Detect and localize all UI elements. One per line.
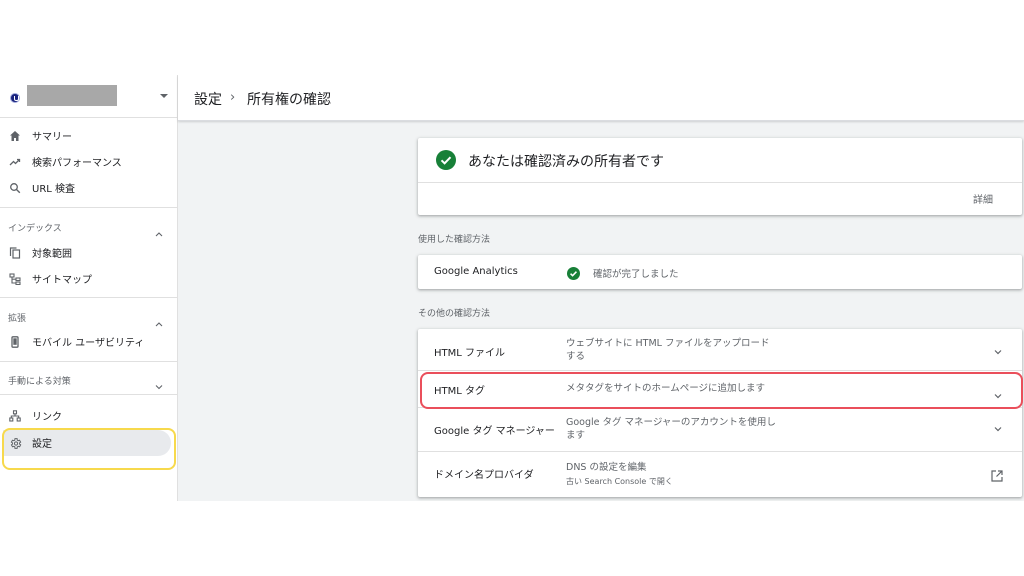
- sidebar-item-mobile-usability[interactable]: モバイル ユーザビリティ: [0, 329, 177, 355]
- sidebar: サマリー 検索パフォーマンス URL 検査 インデックス 対象範囲 サイトマップ…: [0, 75, 178, 501]
- property-selector[interactable]: [0, 75, 178, 118]
- section-label: 手動による対策: [8, 377, 71, 387]
- breadcrumb-settings[interactable]: 設定: [194, 89, 222, 109]
- method-name: HTML ファイル: [434, 348, 506, 359]
- method-name: Google タグ マネージャー: [434, 426, 555, 437]
- card-divider: [418, 182, 1022, 183]
- sidebar-item-label: リンク: [32, 412, 62, 423]
- sidebar-item-label: サマリー: [32, 132, 72, 143]
- used-method-card: Google Analytics 確認が完了しました: [418, 255, 1022, 289]
- sidebar-item-url-inspection[interactable]: URL 検査: [0, 175, 177, 201]
- section-header-enhancements[interactable]: 拡張: [0, 305, 177, 329]
- method-row-tag-manager[interactable]: Google タグ マネージャー Google タグ マネージャーのアカウントを…: [418, 408, 1022, 451]
- highlight-annotation-red: [420, 372, 1023, 409]
- sidebar-item-label: 検索パフォーマンス: [32, 158, 122, 169]
- links-icon: [8, 409, 22, 423]
- search-console-app: サマリー 検索パフォーマンス URL 検査 インデックス 対象範囲 サイトマップ…: [0, 75, 1024, 501]
- section-label: インデックス: [8, 224, 62, 234]
- verified-title: あなたは確認済みの所有者です: [468, 154, 664, 170]
- search-icon: [8, 181, 22, 195]
- method-row-domain-provider[interactable]: ドメイン名プロバイダ DNS の設定を編集 古い Search Console …: [418, 452, 1022, 496]
- sidebar-item-sitemaps[interactable]: サイトマップ: [0, 266, 177, 292]
- chevron-up-icon: [154, 313, 164, 327]
- sidebar-item-links[interactable]: リンク: [0, 403, 177, 429]
- chevron-up-icon: [154, 223, 164, 237]
- section-header-index[interactable]: インデックス: [0, 215, 177, 239]
- sitemap-icon: [8, 272, 22, 286]
- method-description: DNS の設定を編集: [566, 462, 647, 473]
- sidebar-divider: [0, 207, 177, 208]
- sidebar-item-label: URL 検査: [32, 184, 76, 195]
- sidebar-item-coverage[interactable]: 対象範囲: [0, 240, 177, 266]
- method-description: Google タグ マネージャーのアカウントを使用します: [566, 417, 776, 441]
- home-icon: [8, 129, 22, 143]
- sidebar-item-performance[interactable]: 検索パフォーマンス: [0, 149, 177, 175]
- chevron-down-icon[interactable]: [993, 341, 1003, 355]
- sidebar-item-label: サイトマップ: [32, 275, 92, 286]
- method-description: ウェブサイトに HTML ファイルをアップロードする: [566, 338, 770, 362]
- sidebar-item-summary[interactable]: サマリー: [0, 123, 177, 149]
- used-method-section-label: 使用した確認方法: [418, 235, 491, 245]
- section-header-manual-actions[interactable]: 手動による対策: [0, 368, 177, 392]
- property-favicon-icon: [10, 93, 20, 103]
- sidebar-divider: [0, 297, 177, 298]
- sidebar-item-label: モバイル ユーザビリティ: [32, 338, 145, 349]
- used-method-status: 確認が完了しました: [593, 269, 679, 280]
- caret-down-icon: [160, 94, 168, 98]
- property-name-redacted: [27, 85, 117, 106]
- check-circle-icon: [436, 150, 456, 170]
- page-header: 設定 › 所有権の確認: [178, 75, 1024, 121]
- trending-up-icon: [8, 155, 22, 169]
- phone-icon: [8, 335, 22, 349]
- chevron-down-icon[interactable]: [993, 418, 1003, 432]
- method-name: ドメイン名プロバイダ: [434, 470, 534, 481]
- other-methods-card: HTML ファイル ウェブサイトに HTML ファイルをアップロードする HTM…: [418, 329, 1022, 497]
- copy-icon: [8, 246, 22, 260]
- chevron-down-icon: [154, 376, 164, 390]
- page-title: 所有権の確認: [247, 92, 331, 108]
- other-methods-section-label: その他の確認方法: [418, 309, 491, 319]
- sidebar-divider: [0, 361, 177, 362]
- method-row-html-file[interactable]: HTML ファイル ウェブサイトに HTML ファイルをアップロードする: [418, 329, 1022, 370]
- check-circle-icon: [567, 265, 580, 280]
- used-method-name: Google Analytics: [434, 266, 518, 277]
- open-in-new-icon[interactable]: [991, 467, 1003, 482]
- highlight-annotation-yellow: [2, 428, 176, 470]
- sidebar-item-label: 対象範囲: [32, 249, 72, 260]
- old-search-console-link[interactable]: 古い Search Console で開く: [566, 476, 673, 487]
- verified-owner-card: あなたは確認済みの所有者です 詳細: [418, 138, 1022, 215]
- section-label: 拡張: [8, 314, 27, 324]
- sidebar-divider: [0, 394, 177, 395]
- breadcrumb-separator: ›: [230, 90, 236, 105]
- details-link[interactable]: 詳細: [973, 191, 993, 206]
